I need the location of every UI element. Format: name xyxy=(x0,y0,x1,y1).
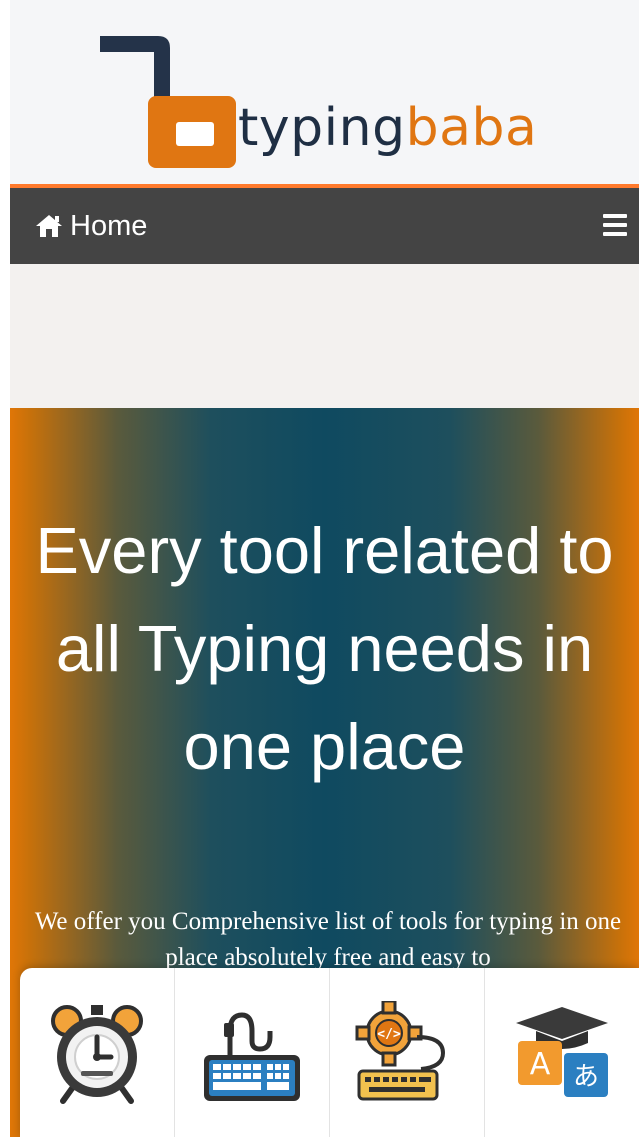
logo-header: typingbaba xyxy=(10,0,639,184)
page: typingbaba Home Every tool related to al… xyxy=(10,0,639,1137)
hamburger-bar xyxy=(603,232,627,236)
tool-card-code[interactable]: </> xyxy=(330,968,485,1137)
hamburger-bar xyxy=(603,223,627,227)
tools-carousel[interactable]: </> A あ xyxy=(20,968,639,1137)
nav-home-label: Home xyxy=(70,209,148,242)
hamburger-icon[interactable] xyxy=(603,214,627,236)
banner-placeholder xyxy=(10,264,639,408)
language-translate-icon: A あ xyxy=(516,1006,608,1097)
nav-home-link[interactable]: Home xyxy=(34,206,147,246)
hero-title: Every tool related to all Typing needs i… xyxy=(35,514,614,783)
code-gear-keyboard-icon: </> xyxy=(355,1000,446,1100)
hamburger-bar xyxy=(603,214,627,218)
tool-card-keyboard[interactable] xyxy=(175,968,330,1137)
brand-wordmark[interactable]: typingbaba xyxy=(238,96,537,160)
svg-text:あ: あ xyxy=(573,1062,599,1092)
home-icon xyxy=(36,215,62,237)
hero-description: We offer you Comprehensive list of tools… xyxy=(34,908,622,971)
navbar: Home xyxy=(10,188,639,264)
svg-text:A: A xyxy=(530,1047,551,1082)
tool-card-translate[interactable]: A あ xyxy=(485,968,639,1137)
alarm-clock-icon xyxy=(51,1004,143,1104)
brand-name-baba: baba xyxy=(405,98,538,158)
brand-name-typing: typing xyxy=(238,98,406,158)
keyboard-cable-icon xyxy=(204,1011,300,1101)
typingbaba-logo-icon[interactable] xyxy=(98,32,238,172)
tool-card-timer[interactable] xyxy=(20,968,175,1137)
svg-text:</>: </> xyxy=(377,1027,401,1042)
